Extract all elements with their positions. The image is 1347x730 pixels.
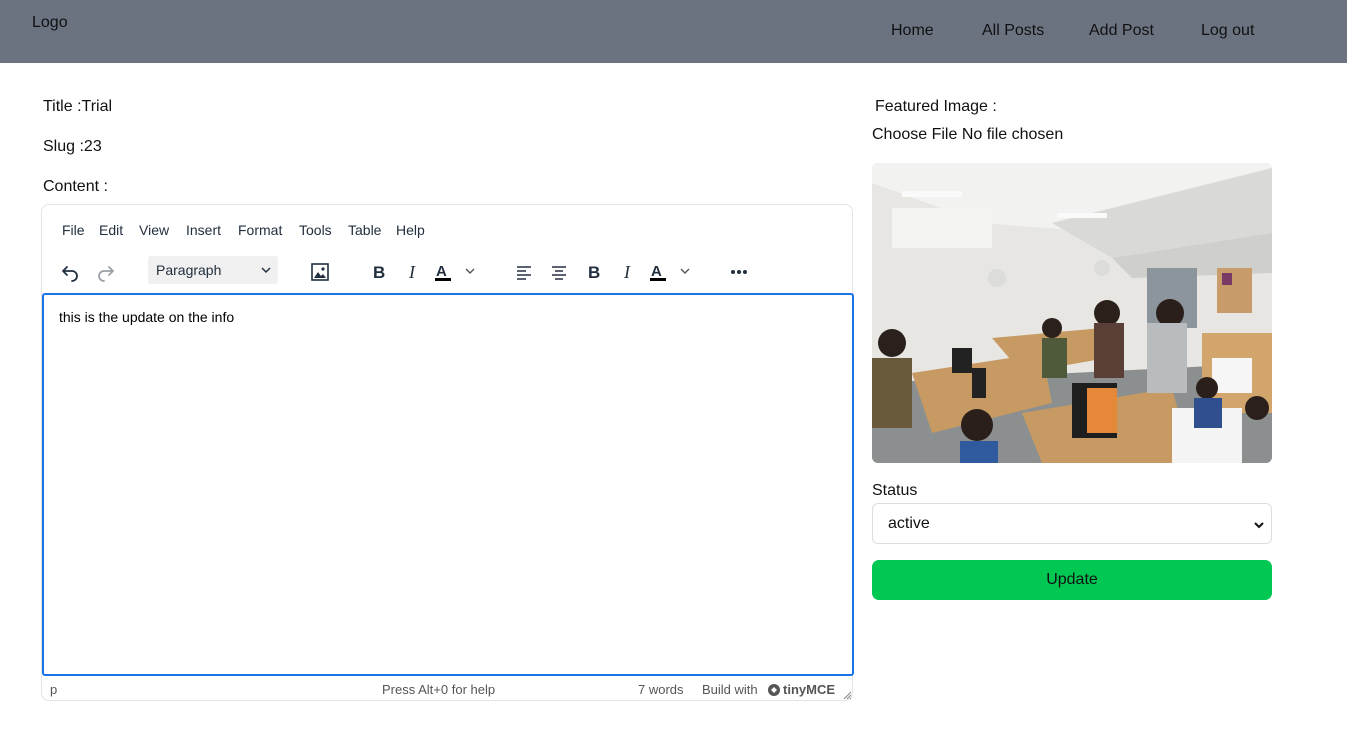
svg-text:B: B xyxy=(373,263,385,282)
italic-icon: I xyxy=(408,262,416,282)
status-value: active xyxy=(888,515,930,532)
editor-body-text[interactable]: this is the update on the info xyxy=(59,309,234,325)
image-icon xyxy=(311,263,329,281)
featured-image-label: Featured Image : xyxy=(875,98,997,115)
bold-icon: B xyxy=(373,263,385,282)
choose-file-button[interactable]: Choose File xyxy=(872,126,957,143)
text-color-button[interactable]: A xyxy=(432,256,482,288)
slug-field: Slug :23 xyxy=(43,138,102,155)
content-label: Content : xyxy=(43,178,108,195)
italic-button[interactable]: I xyxy=(398,256,430,288)
chevron-down-icon xyxy=(1254,522,1264,529)
file-status: No file chosen xyxy=(961,126,1064,143)
menu-table[interactable]: Table xyxy=(348,222,381,238)
more-icon xyxy=(731,270,747,274)
resize-handle-icon[interactable] xyxy=(842,690,852,700)
nav-all-posts[interactable]: All Posts xyxy=(982,22,1044,40)
menu-edit[interactable]: Edit xyxy=(99,222,123,238)
bold-button[interactable]: B xyxy=(363,256,395,288)
italic-button-2[interactable]: I xyxy=(613,256,645,288)
editor-statusbar: p Press Alt+0 for help 7 words Build wit… xyxy=(42,682,854,702)
svg-text:B: B xyxy=(588,263,600,282)
nav-links: Home All Posts Add Post Log out xyxy=(0,0,1347,63)
svg-text:A: A xyxy=(651,263,662,280)
insert-image-button[interactable] xyxy=(304,256,336,288)
tinymce-logo-icon xyxy=(768,684,780,696)
bold-icon: B xyxy=(588,263,600,282)
nav-home[interactable]: Home xyxy=(891,22,934,40)
undo-button[interactable] xyxy=(54,256,86,288)
text-color-icon: A xyxy=(650,263,690,281)
build-with-label: Build with xyxy=(702,682,758,697)
chevron-down-icon xyxy=(261,267,271,274)
more-button[interactable] xyxy=(723,256,755,288)
align-left-icon xyxy=(517,266,531,280)
bold-button-2[interactable]: B xyxy=(578,256,610,288)
element-path[interactable]: p xyxy=(50,682,57,697)
nav-add-post[interactable]: Add Post xyxy=(1089,22,1154,40)
redo-icon xyxy=(98,266,114,282)
classroom-photo xyxy=(872,163,1272,463)
align-center-icon xyxy=(552,266,566,280)
editor-content-area[interactable]: this is the update on the info xyxy=(42,293,854,676)
block-format-select[interactable]: Paragraph xyxy=(148,256,278,284)
update-button[interactable]: Update xyxy=(872,560,1272,600)
status-label: Status xyxy=(872,482,918,499)
menu-view[interactable]: View xyxy=(139,222,169,238)
text-color-icon: A xyxy=(435,263,475,281)
menu-insert[interactable]: Insert xyxy=(186,222,221,238)
navbar: Logo Home All Posts Add Post Log out xyxy=(0,0,1347,63)
italic-icon: I xyxy=(623,262,631,282)
menu-format[interactable]: Format xyxy=(238,222,282,238)
svg-text:A: A xyxy=(436,263,447,280)
status-select[interactable]: active xyxy=(872,503,1272,544)
undo-icon xyxy=(62,266,78,282)
nav-log-out[interactable]: Log out xyxy=(1201,22,1254,40)
help-hint: Press Alt+0 for help xyxy=(382,682,496,697)
svg-text:I: I xyxy=(623,262,631,282)
tinymce-brand[interactable]: tinyMCE xyxy=(783,682,835,697)
title-field: Title :Trial xyxy=(43,98,113,115)
menu-file[interactable]: File xyxy=(62,222,85,238)
featured-image-preview xyxy=(872,163,1272,463)
text-color-button-2[interactable]: A xyxy=(647,256,697,288)
menu-tools[interactable]: Tools xyxy=(299,222,332,238)
redo-button[interactable] xyxy=(90,256,122,288)
rich-text-editor: File Edit View Insert Format Tools Table… xyxy=(41,204,854,702)
file-input[interactable]: Choose File No file chosen xyxy=(872,126,1063,144)
svg-text:I: I xyxy=(408,262,416,282)
menu-help[interactable]: Help xyxy=(396,222,425,238)
word-count[interactable]: 7 words xyxy=(638,682,684,697)
align-center-button[interactable] xyxy=(543,256,575,288)
align-left-button[interactable] xyxy=(508,256,540,288)
block-format-value: Paragraph xyxy=(156,262,222,278)
